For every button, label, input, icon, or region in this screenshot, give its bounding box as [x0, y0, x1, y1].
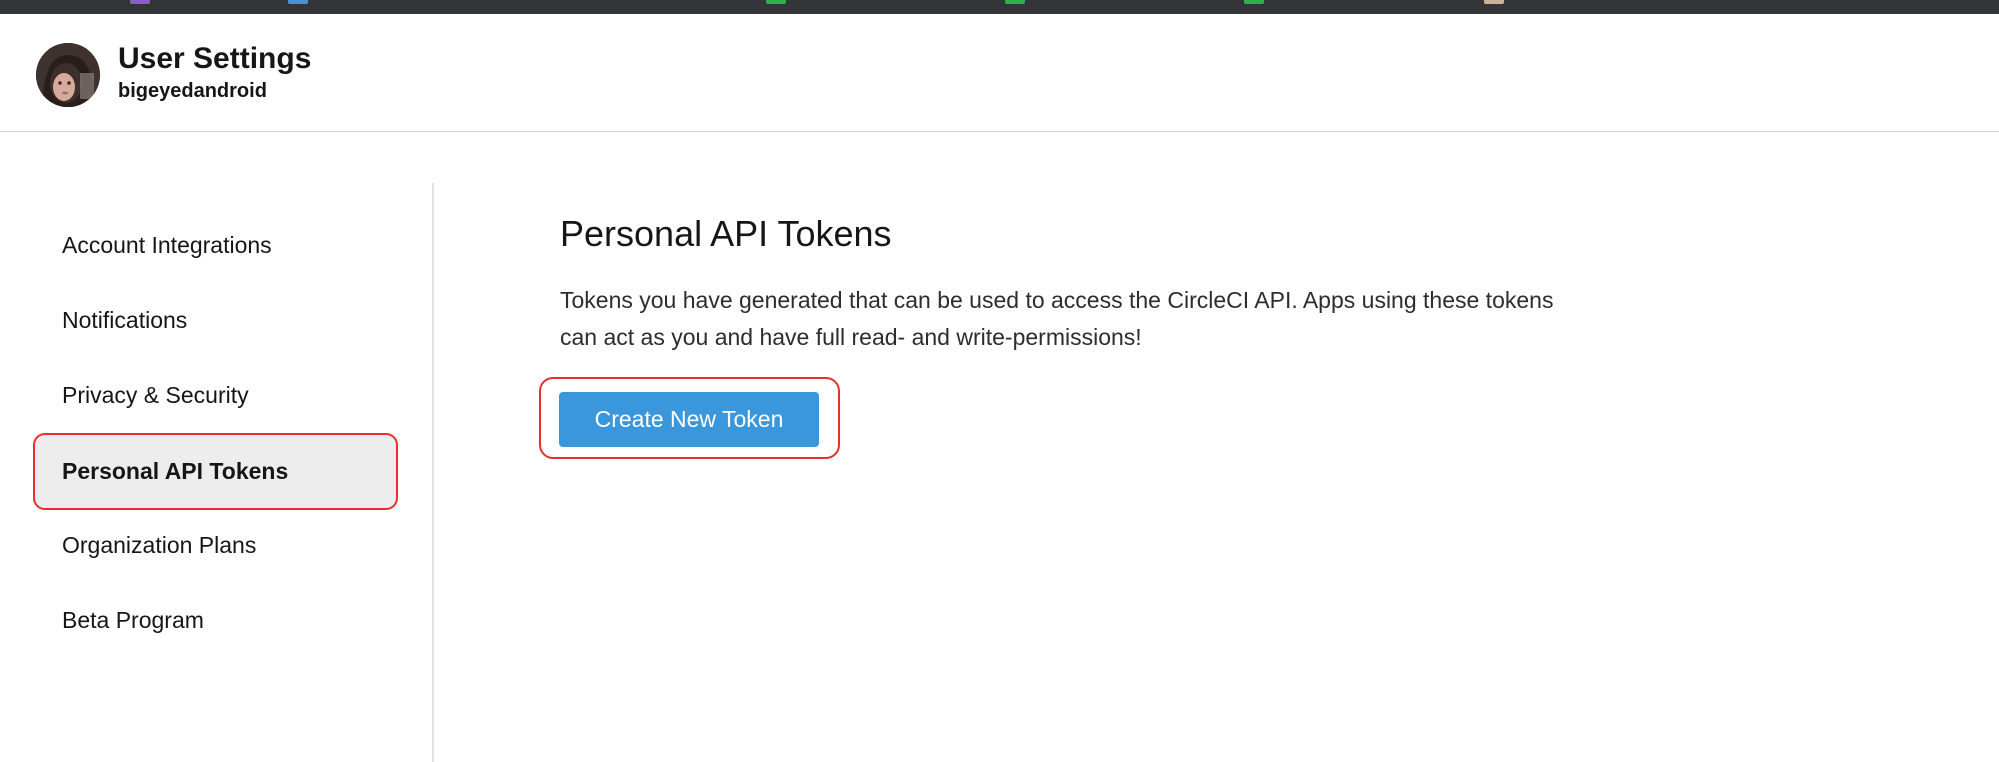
- create-new-token-button[interactable]: Create New Token: [559, 392, 819, 447]
- sidebar-item-notifications[interactable]: Notifications: [34, 284, 396, 356]
- settings-sidebar: Account Integrations Notifications Priva…: [0, 183, 434, 762]
- section-description: Tokens you have generated that can be us…: [560, 287, 1554, 350]
- sidebar-item-personal-api-tokens[interactable]: Personal API Tokens: [33, 433, 398, 510]
- page-title: User Settings: [118, 42, 312, 75]
- browser-bookmark-bar: [0, 0, 1999, 14]
- section-title: Personal API Tokens: [560, 213, 892, 254]
- user-photo-icon: [36, 43, 100, 107]
- avatar[interactable]: [36, 43, 100, 107]
- sidebar-item-privacy-security[interactable]: Privacy & Security: [34, 359, 396, 431]
- bookmark-icon[interactable]: [1484, 0, 1504, 4]
- bookmark-icon[interactable]: [1244, 0, 1264, 4]
- username-label: bigeyedandroid: [118, 80, 267, 102]
- sidebar-item-organization-plans[interactable]: Organization Plans: [34, 509, 396, 581]
- bookmark-icon[interactable]: [766, 0, 786, 4]
- main-content: Personal API Tokens Tokens you have gene…: [434, 183, 1999, 762]
- page-header: User Settings bigeyedandroid: [0, 14, 1999, 132]
- bookmark-icon[interactable]: [130, 0, 150, 4]
- sidebar-item-account-integrations[interactable]: Account Integrations: [34, 209, 396, 281]
- bookmark-icon[interactable]: [1005, 0, 1025, 4]
- bookmark-icon[interactable]: [288, 0, 308, 4]
- sidebar-item-beta-program[interactable]: Beta Program: [34, 584, 396, 656]
